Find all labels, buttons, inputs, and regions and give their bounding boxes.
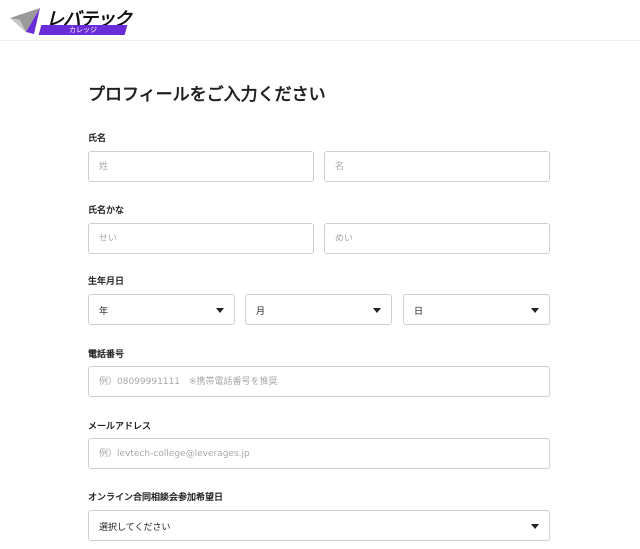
brand-sub-badge: カレッジ — [38, 25, 128, 35]
birth-year-select[interactable]: 年 — [88, 294, 235, 325]
last-name-input[interactable] — [88, 151, 314, 182]
brand-logo[interactable]: レバテック カレッジ — [8, 4, 132, 36]
last-name-kana-input[interactable] — [88, 223, 314, 254]
birth-year-value: 年 — [99, 307, 109, 317]
email-input[interactable] — [88, 438, 550, 469]
email-label: メールアドレス — [88, 422, 152, 432]
kana-label: 氏名かな — [88, 206, 125, 216]
site-header: レバテック カレッジ — [0, 0, 640, 41]
chevron-down-icon — [531, 308, 539, 313]
name-label: 氏名 — [88, 134, 107, 144]
birth-month-value: 月 — [256, 307, 266, 317]
phone-label: 電話番号 — [88, 350, 125, 360]
brand-sub-text: カレッジ — [69, 26, 97, 34]
phone-input[interactable] — [88, 366, 550, 397]
consultation-date-label: オンライン合同相談会参加希望日 — [88, 493, 224, 503]
birth-day-value: 日 — [414, 307, 424, 317]
logo-mark-icon — [10, 8, 40, 34]
chevron-down-icon — [531, 524, 539, 529]
consultation-date-select[interactable]: 選択してください — [88, 510, 550, 541]
birth-day-select[interactable]: 日 — [403, 294, 550, 325]
first-name-input[interactable] — [324, 151, 550, 182]
birth-month-select[interactable]: 月 — [245, 294, 392, 325]
chevron-down-icon — [373, 308, 381, 313]
chevron-down-icon — [216, 308, 224, 313]
first-name-kana-input[interactable] — [324, 223, 550, 254]
page-title: プロフィールをご入力ください — [88, 85, 326, 105]
birthday-label: 生年月日 — [88, 277, 125, 287]
consultation-date-value: 選択してください — [99, 523, 171, 533]
